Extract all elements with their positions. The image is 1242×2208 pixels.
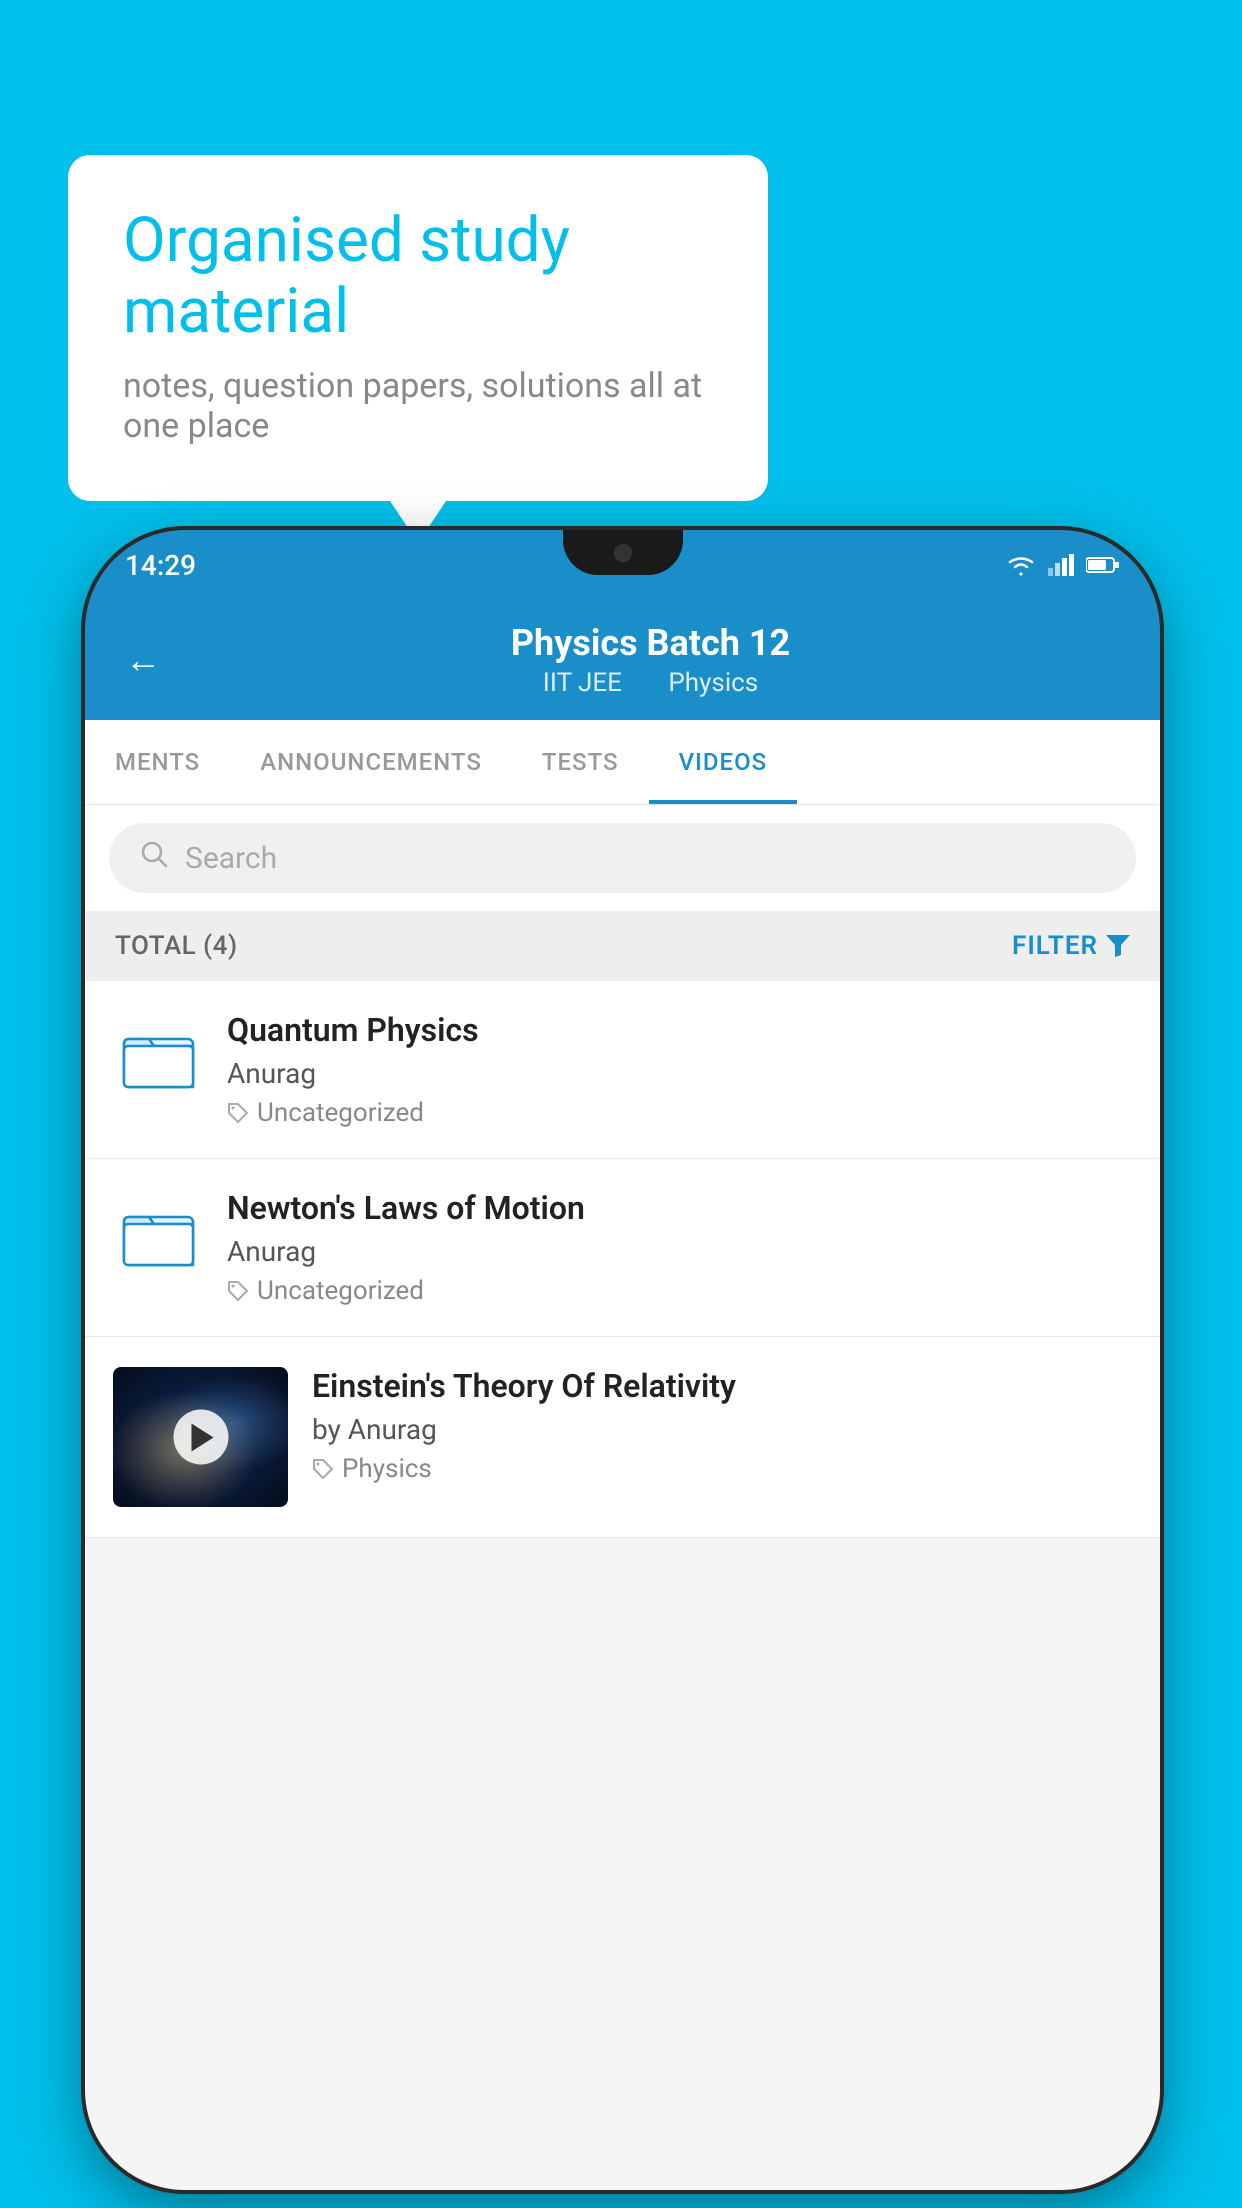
- filter-label: FILTER: [1012, 931, 1098, 961]
- search-bar[interactable]: Search: [109, 823, 1136, 893]
- item-info-1: Quantum Physics Anurag Uncategorized: [227, 1011, 1132, 1128]
- item-thumbnail-3: [113, 1367, 288, 1507]
- phone-frame: 14:29: [85, 530, 1160, 2190]
- tab-ments[interactable]: MENTS: [85, 720, 230, 804]
- status-time: 14:29: [125, 549, 196, 582]
- play-button[interactable]: [173, 1410, 228, 1465]
- item-tag-2: Uncategorized: [227, 1276, 1132, 1306]
- header-title-block: Physics Batch 12 IIT JEE Physics: [181, 622, 1120, 698]
- back-button[interactable]: ←: [125, 639, 161, 681]
- item-title-3: Einstein's Theory Of Relativity: [312, 1367, 1132, 1405]
- list-item[interactable]: Quantum Physics Anurag Uncategorized: [85, 981, 1160, 1159]
- filter-icon: [1106, 935, 1130, 957]
- item-thumbnail-2: [113, 1189, 203, 1279]
- item-tag-label-3: Physics: [342, 1454, 432, 1484]
- speech-bubble-title: Organised study material: [123, 205, 713, 348]
- item-tag-1: Uncategorized: [227, 1098, 1132, 1128]
- header-subtitle: IIT JEE Physics: [181, 668, 1120, 698]
- search-input-placeholder: Search: [185, 841, 277, 876]
- item-tag-3: Physics: [312, 1454, 1132, 1484]
- tab-announcements[interactable]: ANNOUNCEMENTS: [230, 720, 512, 804]
- play-triangle-icon: [192, 1423, 214, 1451]
- filter-bar: TOTAL (4) FILTER: [85, 911, 1160, 981]
- list-item[interactable]: Einstein's Theory Of Relativity by Anura…: [85, 1337, 1160, 1538]
- speech-bubble-container: Organised study material notes, question…: [68, 155, 768, 501]
- tab-tests[interactable]: TESTS: [512, 720, 649, 804]
- header-subtitle-left: IIT JEE: [543, 668, 622, 698]
- item-title-1: Quantum Physics: [227, 1011, 1132, 1049]
- item-author-2: Anurag: [227, 1235, 1132, 1268]
- tab-videos[interactable]: VIDEOS: [649, 720, 798, 804]
- tag-icon: [312, 1458, 334, 1480]
- notch: [563, 530, 683, 575]
- wifi-icon: [1006, 554, 1036, 576]
- speech-bubble-subtitle: notes, question papers, solutions all at…: [123, 366, 713, 446]
- video-list: Quantum Physics Anurag Uncategorized: [85, 981, 1160, 1538]
- status-bar: 14:29: [85, 530, 1160, 600]
- folder-icon: [121, 1197, 196, 1272]
- phone-wrapper: 14:29: [85, 530, 1160, 2190]
- total-count: TOTAL (4): [115, 931, 238, 961]
- header-title: Physics Batch 12: [181, 622, 1120, 664]
- speech-bubble: Organised study material notes, question…: [68, 155, 768, 501]
- camera-dot: [614, 544, 632, 562]
- status-icons: [1006, 554, 1120, 576]
- item-thumbnail-1: [113, 1011, 203, 1101]
- item-title-2: Newton's Laws of Motion: [227, 1189, 1132, 1227]
- signal-icon: [1048, 554, 1074, 576]
- filter-button[interactable]: FILTER: [1012, 931, 1130, 961]
- phone-screen: Search TOTAL (4) FILTER: [85, 805, 1160, 2190]
- tab-bar: MENTS ANNOUNCEMENTS TESTS VIDEOS: [85, 720, 1160, 805]
- tag-icon: [227, 1280, 249, 1302]
- folder-icon: [121, 1019, 196, 1094]
- item-info-2: Newton's Laws of Motion Anurag Uncategor…: [227, 1189, 1132, 1306]
- search-bar-wrapper: Search: [85, 805, 1160, 911]
- item-info-3: Einstein's Theory Of Relativity by Anura…: [312, 1367, 1132, 1484]
- list-item[interactable]: Newton's Laws of Motion Anurag Uncategor…: [85, 1159, 1160, 1337]
- item-author-1: Anurag: [227, 1057, 1132, 1090]
- item-author-3: by Anurag: [312, 1413, 1132, 1446]
- header-subtitle-right: Physics: [668, 668, 758, 698]
- app-header: ← Physics Batch 12 IIT JEE Physics: [85, 600, 1160, 720]
- item-tag-label-2: Uncategorized: [257, 1276, 424, 1306]
- battery-icon: [1086, 556, 1120, 574]
- tag-icon: [227, 1102, 249, 1124]
- search-icon: [139, 839, 169, 877]
- item-tag-label-1: Uncategorized: [257, 1098, 424, 1128]
